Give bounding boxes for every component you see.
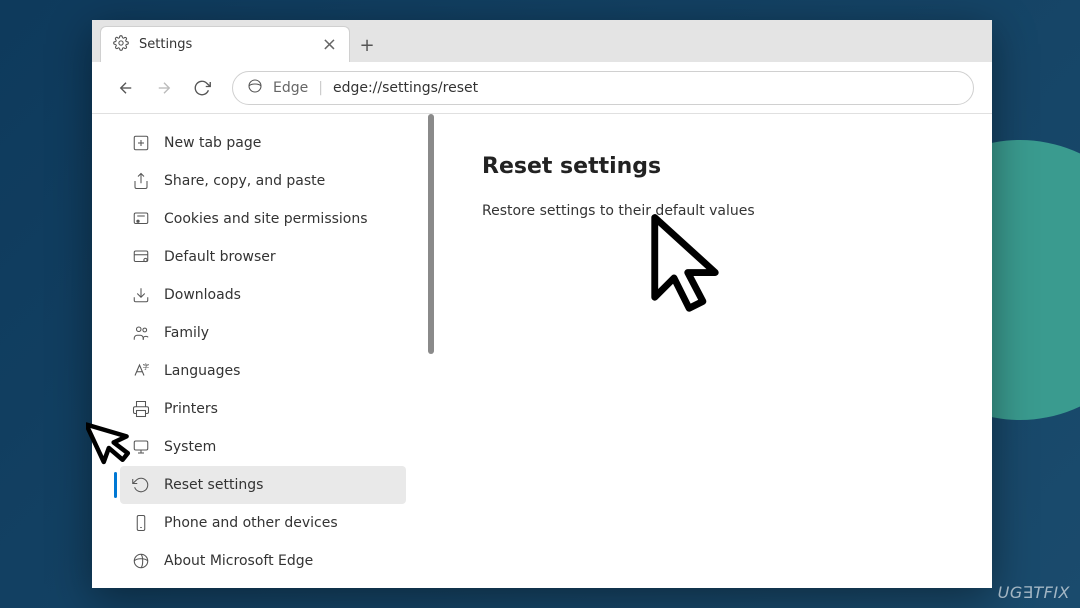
edge-icon <box>247 78 263 98</box>
sidebar-item-about-edge[interactable]: About Microsoft Edge <box>120 542 406 580</box>
sidebar-item-label: Family <box>164 325 209 341</box>
sidebar-item-printers[interactable]: Printers <box>120 390 406 428</box>
tab-settings[interactable]: Settings × <box>100 26 350 62</box>
reset-icon <box>132 476 150 494</box>
svg-text:字: 字 <box>143 362 150 371</box>
sidebar-item-label: System <box>164 439 216 455</box>
page-title: Reset settings <box>482 154 956 179</box>
plus-square-icon <box>132 134 150 152</box>
content-area: New tab page Share, copy, and paste Cook… <box>92 114 992 588</box>
sidebar-item-label: Reset settings <box>164 477 263 493</box>
printer-icon <box>132 400 150 418</box>
sidebar-item-languages[interactable]: 字 Languages <box>120 352 406 390</box>
sidebar-item-label: Printers <box>164 401 218 417</box>
new-tab-button[interactable]: + <box>350 28 384 62</box>
address-separator: | <box>318 80 323 96</box>
sidebar-scrollbar[interactable] <box>428 114 434 354</box>
forward-button[interactable] <box>148 72 180 104</box>
browser-window: Settings × + Edge | edge://settings/rese… <box>92 20 992 588</box>
edge-icon <box>132 552 150 570</box>
address-brand: Edge <box>273 80 308 96</box>
sidebar-item-label: Share, copy, and paste <box>164 173 325 189</box>
language-icon: 字 <box>132 362 150 380</box>
settings-sidebar: New tab page Share, copy, and paste Cook… <box>92 114 446 588</box>
sidebar-item-label: Phone and other devices <box>164 515 338 531</box>
sidebar-item-phone-devices[interactable]: Phone and other devices <box>120 504 406 542</box>
main-panel: Reset settings Restore settings to their… <box>446 114 992 588</box>
download-icon <box>132 286 150 304</box>
refresh-button[interactable] <box>186 72 218 104</box>
permissions-icon <box>132 210 150 228</box>
address-bar[interactable]: Edge | edge://settings/reset <box>232 71 974 105</box>
sidebar-item-label: Cookies and site permissions <box>164 211 368 227</box>
back-button[interactable] <box>110 72 142 104</box>
sidebar-item-label: About Microsoft Edge <box>164 553 313 569</box>
tab-title: Settings <box>139 37 312 52</box>
system-icon <box>132 438 150 456</box>
sidebar-item-cookies-permissions[interactable]: Cookies and site permissions <box>120 200 406 238</box>
reset-option[interactable]: Restore settings to their default values <box>482 203 956 219</box>
tab-bar: Settings × + <box>92 20 992 62</box>
toolbar: Edge | edge://settings/reset <box>92 62 992 114</box>
phone-icon <box>132 514 150 532</box>
family-icon <box>132 324 150 342</box>
address-url: edge://settings/reset <box>333 80 478 96</box>
sidebar-item-system[interactable]: System <box>120 428 406 466</box>
sidebar-item-new-tab-page[interactable]: New tab page <box>120 124 406 162</box>
sidebar-item-reset-settings[interactable]: Reset settings <box>120 466 406 504</box>
browser-icon <box>132 248 150 266</box>
sidebar-item-label: Languages <box>164 363 240 379</box>
sidebar-item-share-copy-paste[interactable]: Share, copy, and paste <box>120 162 406 200</box>
sidebar-item-family[interactable]: Family <box>120 314 406 352</box>
sidebar-item-label: Downloads <box>164 287 241 303</box>
sidebar-item-downloads[interactable]: Downloads <box>120 276 406 314</box>
watermark: UG∃TFIX <box>998 583 1070 602</box>
sidebar-item-label: New tab page <box>164 135 261 151</box>
sidebar-item-label: Default browser <box>164 249 276 265</box>
sidebar-item-default-browser[interactable]: Default browser <box>120 238 406 276</box>
gear-icon <box>113 35 129 55</box>
share-icon <box>132 172 150 190</box>
close-icon[interactable]: × <box>322 36 337 54</box>
